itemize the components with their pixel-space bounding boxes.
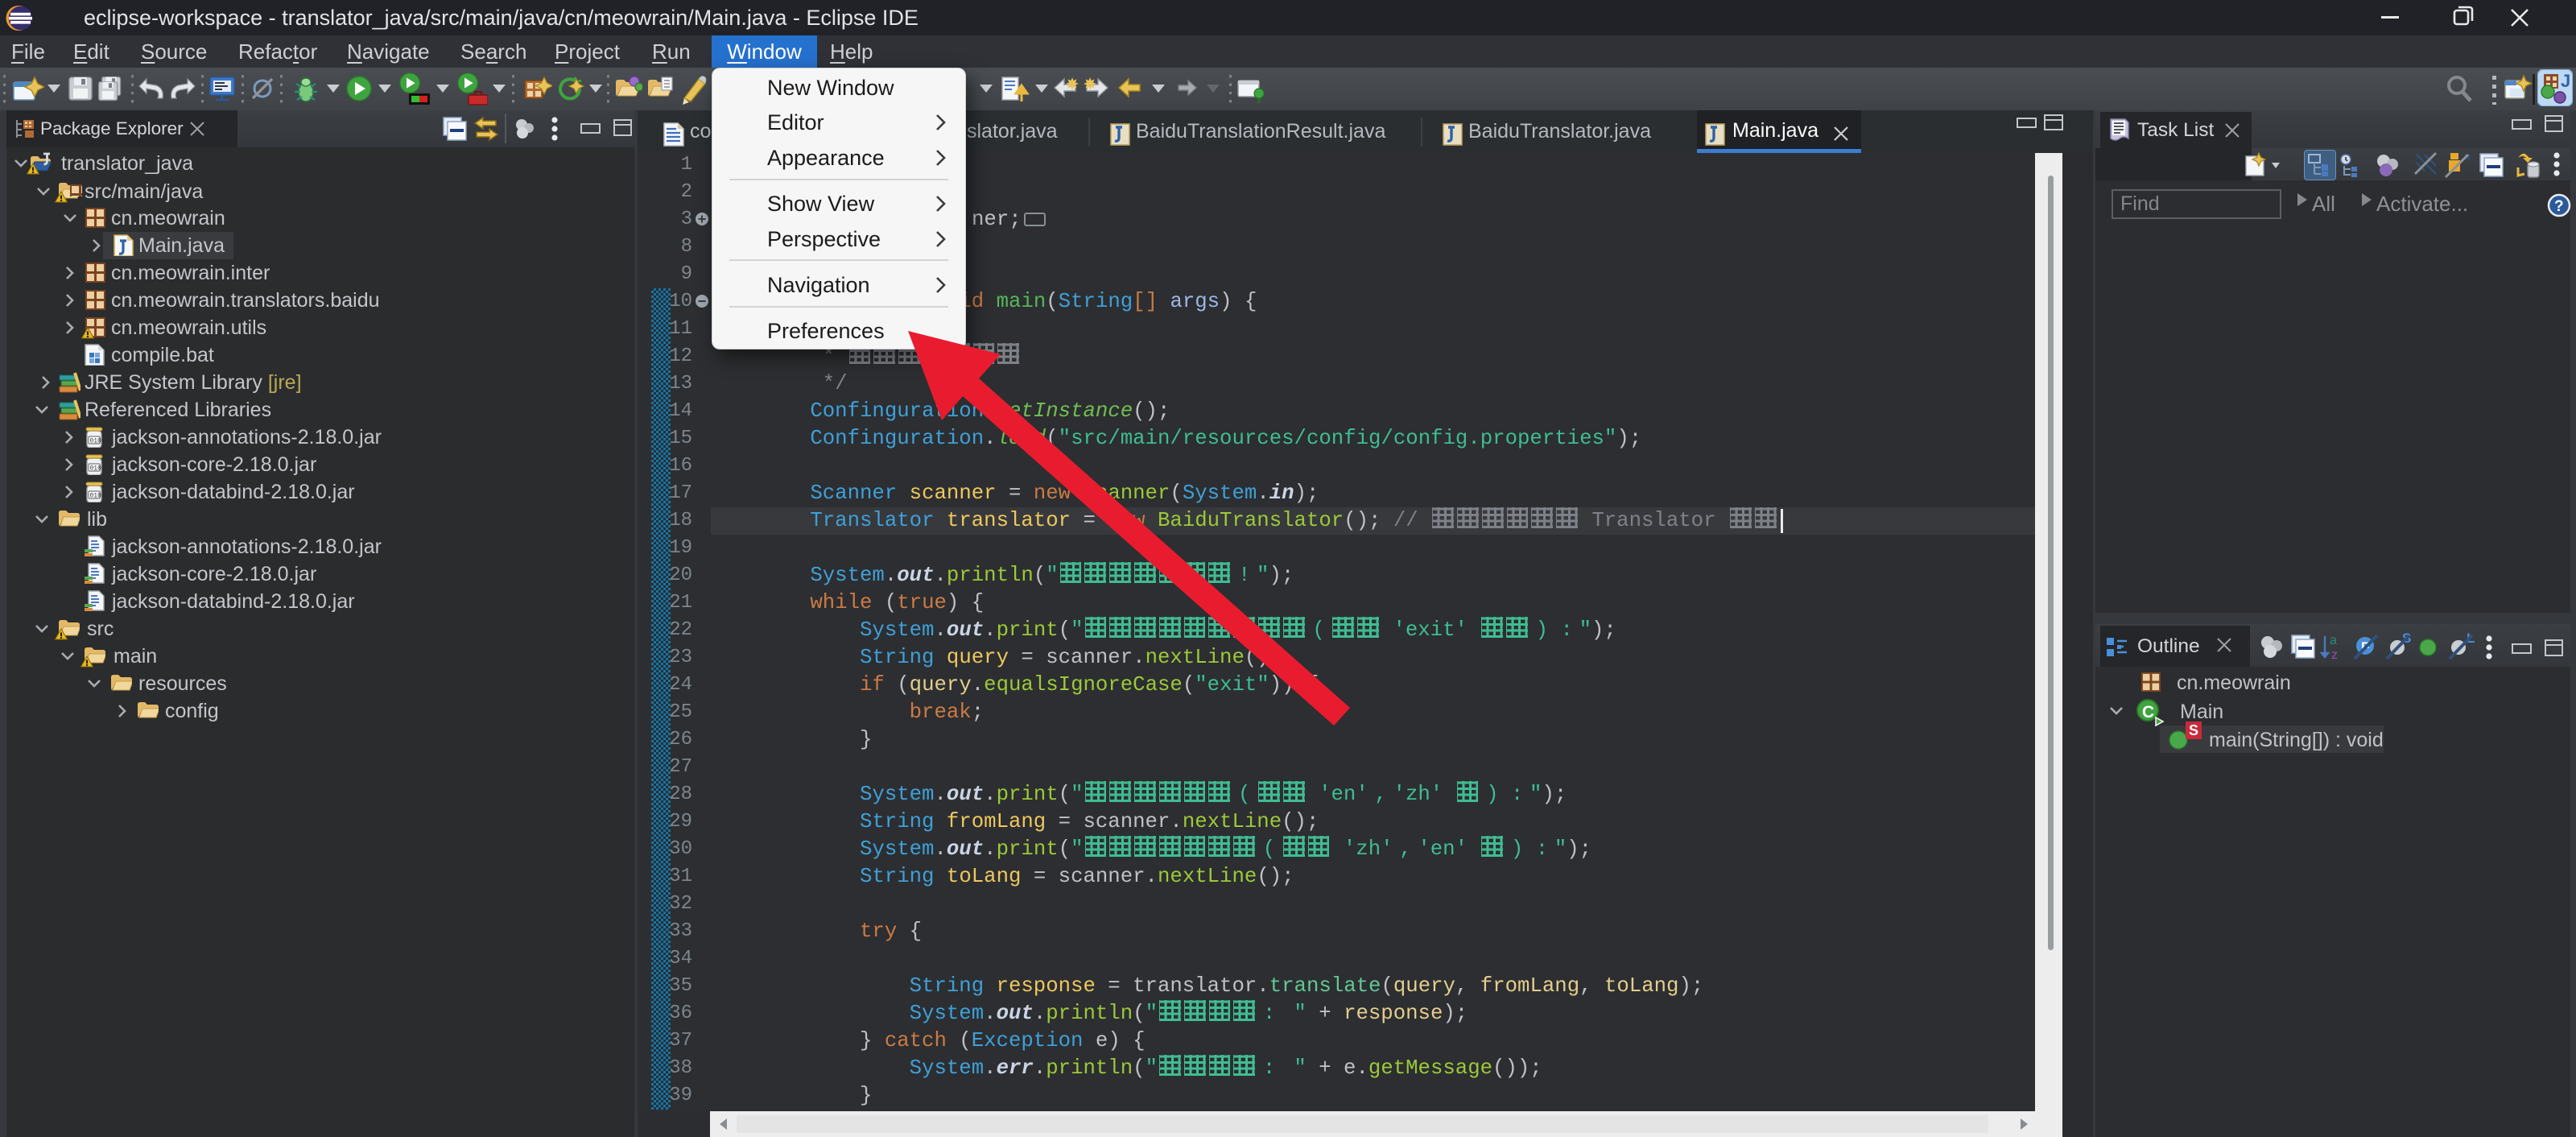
svg-text:?: ? — [2554, 198, 2564, 215]
svg-text:z: z — [2331, 648, 2338, 662]
svg-text:a: a — [2330, 634, 2337, 647]
svg-text:J: J — [2561, 71, 2570, 91]
svg-text:C: C — [2142, 703, 2154, 721]
